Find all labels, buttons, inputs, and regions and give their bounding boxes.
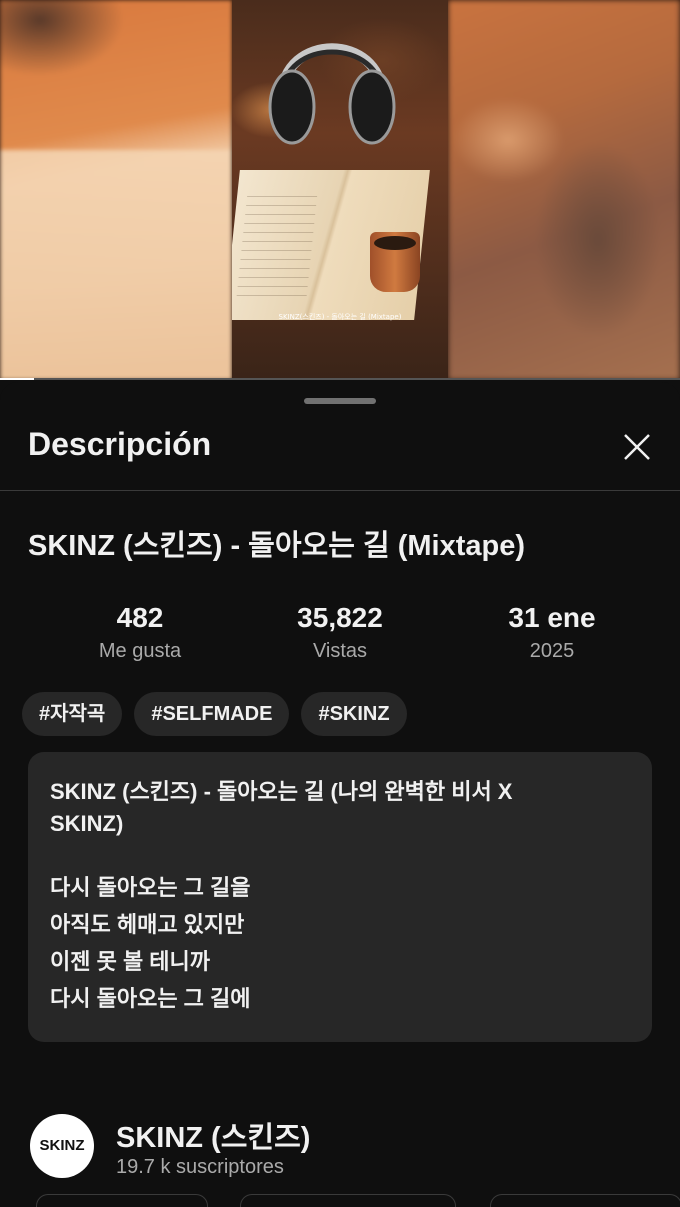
video-blur-right [448, 0, 680, 380]
channel-name[interactable]: SKINZ (스킨즈) [116, 1114, 310, 1156]
description-line: 아직도 헤매고 있지만 [50, 912, 245, 937]
views-label: Vistas [312, 640, 368, 662]
views-stat: 35,822 Vistas [250, 602, 430, 663]
sheet-title: Descripción [28, 426, 212, 462]
channel-action-button[interactable] [36, 1194, 208, 1207]
channel-action-buttons [0, 1194, 680, 1207]
close-icon [624, 434, 650, 460]
sheet-header: Descripción [0, 422, 680, 491]
publish-year: 2025 [529, 640, 575, 662]
video-player[interactable]: SKINZ(스킨즈) - 돌아오는 길 (Mixtape) [0, 0, 680, 380]
channel-avatar[interactable]: SKINZ [30, 1114, 94, 1178]
description-line: 이젠 못 볼 테니까 [50, 949, 211, 974]
cup-illustration [370, 232, 420, 292]
date-stat: 31 ene 2025 [462, 602, 642, 663]
headphones-illustration [268, 43, 396, 145]
likes-count: 482 [116, 602, 164, 633]
views-count: 35,822 [297, 602, 383, 633]
video-blur-left [0, 0, 232, 380]
video-frame-caption: SKINZ(스킨즈) - 돌아오는 길 (Mixtape) [278, 313, 402, 321]
description-line: SKINZ (스킨즈) - 돌아오는 길 (나의 완벽한 비서 X [50, 779, 513, 804]
publish-date: 31 ene [508, 602, 596, 633]
channel-action-button[interactable] [490, 1194, 680, 1207]
video-frame: SKINZ(스킨즈) - 돌아오는 길 (Mixtape) [232, 0, 448, 380]
hashtag-chip[interactable]: #SKINZ [301, 692, 407, 736]
channel-action-button[interactable] [240, 1194, 456, 1207]
description-line: SKINZ) [50, 811, 124, 836]
likes-label: Me gusta [98, 640, 182, 662]
hashtag-list: #자작곡 #SELFMADE #SKINZ [22, 692, 419, 736]
subscriber-count: 19.7 k suscriptores [116, 1156, 284, 1178]
description-line: 다시 돌아오는 그 길을 [50, 875, 251, 900]
drag-handle[interactable] [304, 398, 376, 404]
close-button[interactable] [616, 426, 658, 468]
description-text-box[interactable]: SKINZ (스킨즈) - 돌아오는 길 (나의 완벽한 비서 X SKINZ)… [28, 752, 652, 1042]
video-title: SKINZ (스킨즈) - 돌아오는 길 (Mixtape) [28, 530, 525, 562]
description-sheet: Descripción SKINZ (스킨즈) - 돌아오는 길 (Mixtap… [0, 382, 680, 1207]
likes-stat: 482 Me gusta [50, 602, 230, 663]
hashtag-chip[interactable]: #자작곡 [22, 692, 123, 736]
channel-row[interactable]: SKINZ SKINZ (스킨즈) 19.7 k suscriptores [0, 1106, 680, 1196]
video-progress-bar[interactable] [0, 378, 680, 380]
hashtag-chip[interactable]: #SELFMADE [134, 692, 290, 736]
video-progress-fill [0, 378, 34, 380]
description-line: 다시 돌아오는 그 길에 [50, 986, 251, 1011]
video-stats: 482 Me gusta 35,822 Vistas 31 ene 2025 [0, 602, 680, 672]
